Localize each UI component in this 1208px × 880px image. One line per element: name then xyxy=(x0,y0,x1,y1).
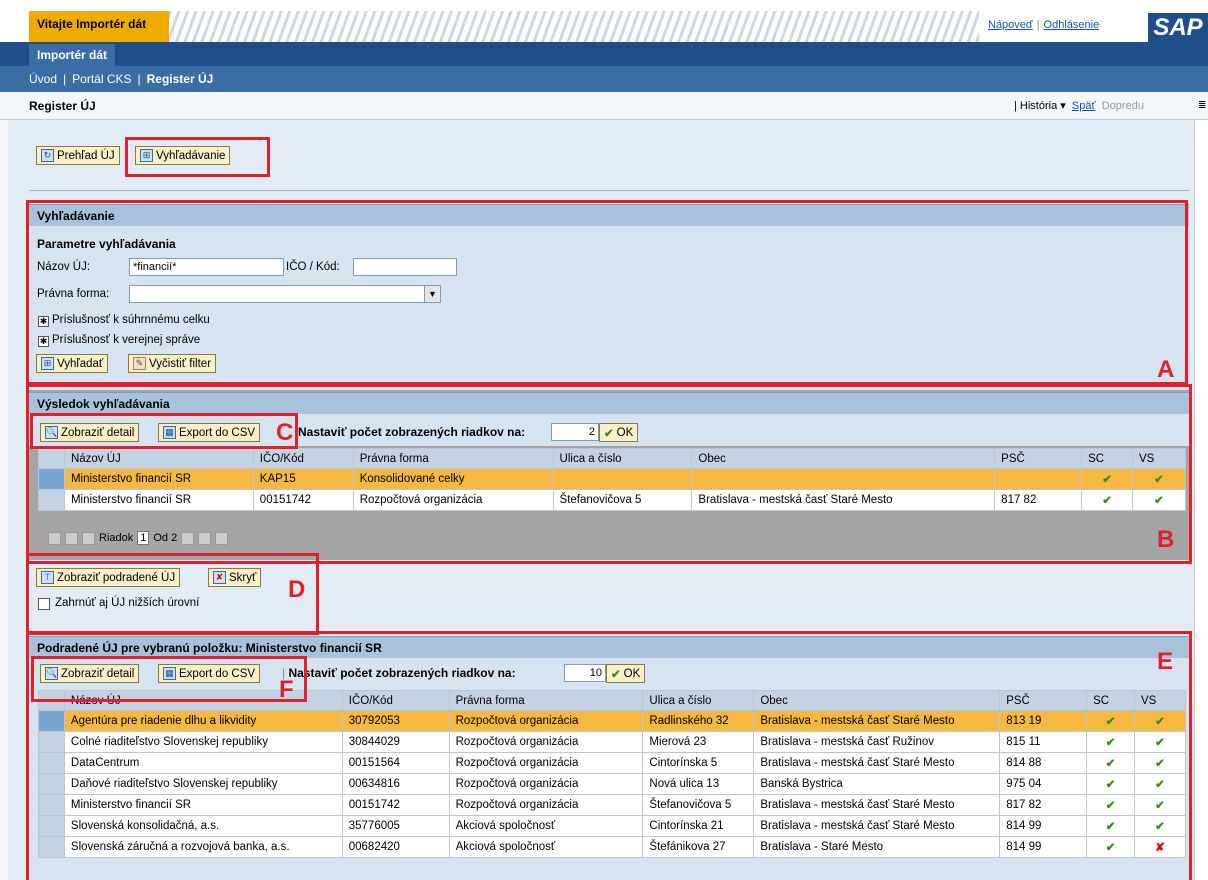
help-link[interactable]: Nápoveď xyxy=(988,19,1033,31)
annotation-label-a: A xyxy=(1157,356,1175,383)
annotation-box-c xyxy=(30,413,298,449)
page-title: Register ÚJ xyxy=(29,99,96,113)
annotation-label-e: E xyxy=(1157,648,1174,675)
annotation-label-f: F xyxy=(279,676,294,703)
annotation-box-toolbar xyxy=(125,137,270,177)
annotation-label-b: B xyxy=(1157,526,1175,553)
tab-bar xyxy=(0,42,1208,66)
nav-portal[interactable]: Portál CKS xyxy=(72,72,131,86)
menu-icon[interactable]: ≣ xyxy=(1198,100,1206,111)
history-link[interactable]: História xyxy=(1020,100,1057,112)
sap-logo: SAP xyxy=(1148,13,1208,42)
overview-button[interactable]: ↻ Prehľad ÚJ xyxy=(36,146,120,165)
forward-link: Dopredu xyxy=(1101,100,1144,112)
divider xyxy=(29,190,1189,191)
annotation-label-c: C xyxy=(276,419,294,446)
annotation-box-a xyxy=(26,200,1188,385)
scrollbar[interactable] xyxy=(1194,120,1208,880)
logout-link[interactable]: Odhlásenie xyxy=(1044,19,1100,31)
annotation-box-b xyxy=(26,384,1192,564)
annotation-box-d xyxy=(26,553,319,635)
left-strip xyxy=(0,120,8,880)
tab-importer[interactable]: Importér dát xyxy=(29,44,116,66)
overview-icon: ↻ xyxy=(41,149,54,162)
breadcrumb: Úvod | Portál CKS | Register ÚJ xyxy=(0,66,1208,92)
header-links: Nápoveď | Odhlásenie xyxy=(988,19,1100,31)
header-decoration xyxy=(169,11,979,42)
annotation-box-f xyxy=(31,656,307,702)
overview-label: Prehľad ÚJ xyxy=(57,149,115,162)
nav-home[interactable]: Úvod xyxy=(29,72,57,86)
annotation-label-d: D xyxy=(288,576,306,603)
welcome-banner: Vitajte Importér dát xyxy=(29,11,169,42)
history-nav: | História ▾ Späť Dopredu xyxy=(1014,100,1144,112)
back-link[interactable]: Späť xyxy=(1072,100,1096,112)
nav-register[interactable]: Register ÚJ xyxy=(147,72,214,86)
